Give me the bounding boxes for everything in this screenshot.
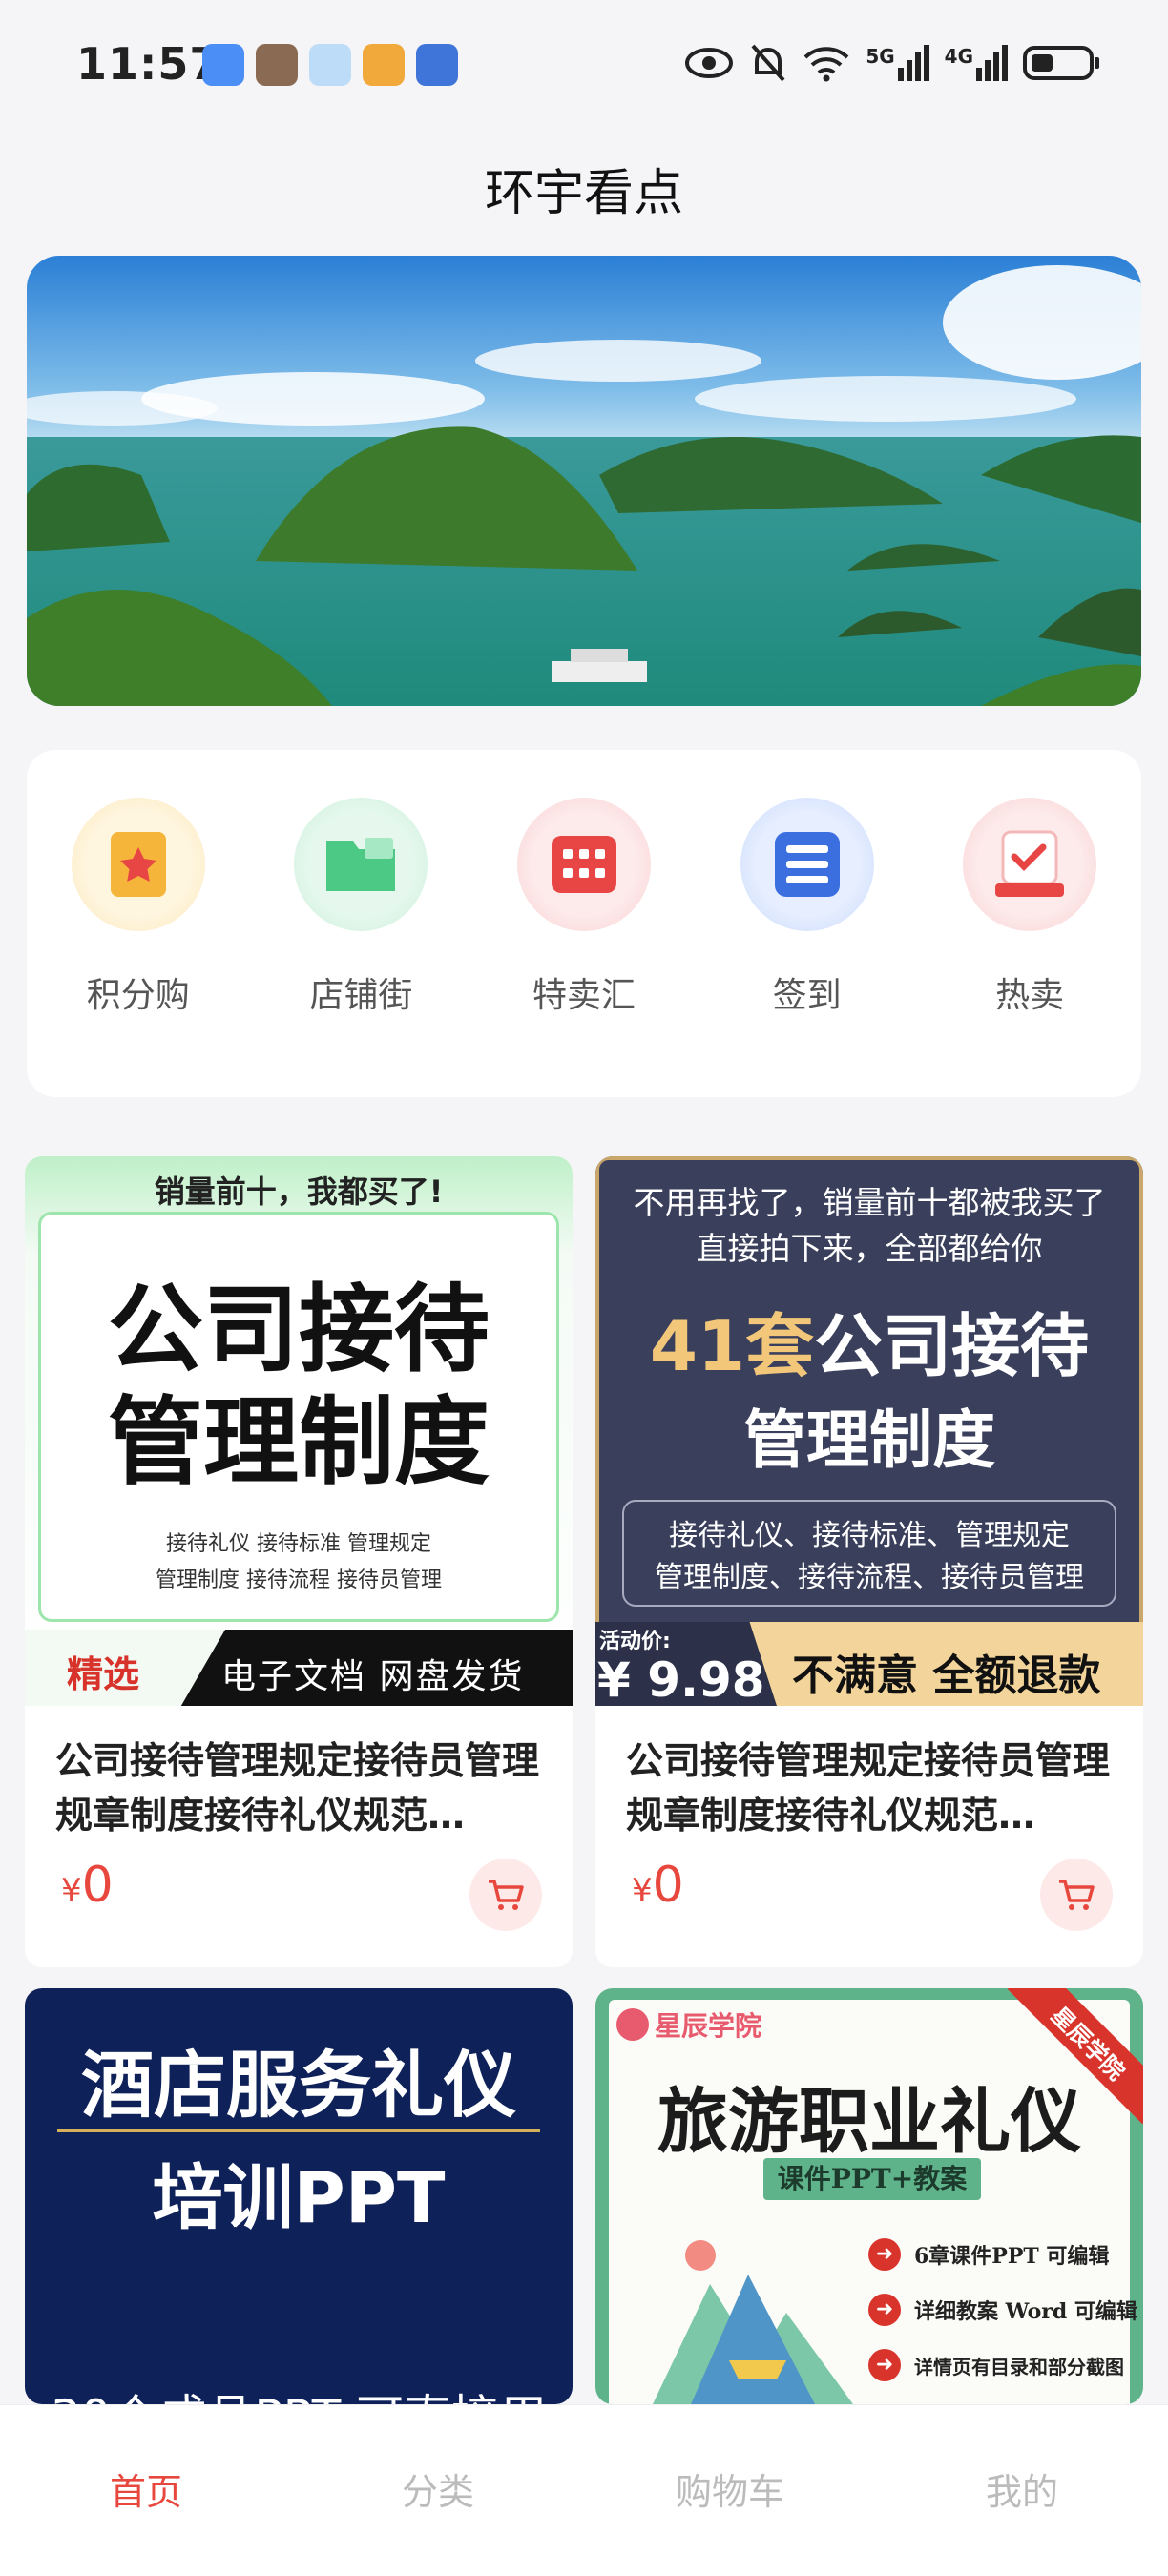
product-image: 不用再找了，销量前十都被我买了 直接拍下来，全部都给你 41套公司接待 管理制度… — [595, 1156, 1143, 1706]
product-card[interactable]: 酒店服务礼仪 培训PPT 30个成品PPT 可直接用 — [25, 1988, 573, 2404]
poster-top-text: 不用再找了，销量前十都被我买了 — [633, 1184, 1106, 1221]
eye-icon — [685, 48, 734, 78]
quick-menu-label: 特卖汇 — [532, 976, 636, 1015]
poster-top-text: 销量前十，我都买了! — [154, 1174, 444, 1210]
product-price: ¥0 — [61, 1857, 114, 1914]
poster-illustration — [653, 2240, 853, 2404]
hot-sale-icon — [963, 798, 1097, 931]
price-value: 0 — [81, 1857, 114, 1914]
poster-activity-label: 活动价: — [599, 1630, 671, 1653]
poster-tag: 课件PPT+教案 — [763, 2158, 981, 2200]
flower-logo-icon — [616, 2008, 649, 2041]
flash-sale-icon — [516, 798, 651, 931]
poster-sub-text: 接待礼仪 接待标准 管理规定 — [166, 1532, 431, 1556]
add-to-cart-button[interactable] — [1040, 1859, 1113, 1931]
bottom-tab-bar: 首页 分类 购物车 我的 — [0, 2404, 1168, 2576]
battery-icon — [1023, 46, 1099, 80]
product-footer: ¥0 — [25, 1845, 573, 1937]
poster-bullet: ➜ 6章课件PPT 可编辑 — [868, 2238, 1109, 2271]
poster-bullet-text: 详情页有目录和部分截图 — [914, 2355, 1124, 2379]
product-card[interactable]: 不用再找了，销量前十都被我买了 直接拍下来，全部都给你 41套公司接待 管理制度… — [595, 1156, 1143, 1967]
avatar-app-icon — [256, 44, 298, 86]
poster-bottom-text: 30个成品PPT 可直接用 — [25, 2379, 573, 2404]
poster-main-line: 公司接待 — [814, 1306, 1090, 1386]
product-image: 星辰学院 星辰学院 旅游职业礼仪 课件PPT+教案 ➜ 6章课件PPT 可编辑 … — [595, 1988, 1143, 2404]
quick-menu-store-street[interactable]: 店铺街 — [250, 750, 473, 1097]
product-card[interactable]: 星辰学院 星辰学院 旅游职业礼仪 课件PPT+教案 ➜ 6章课件PPT 可编辑 … — [595, 1988, 1143, 2404]
poster-main-text: 酒店服务礼仪 — [81, 2043, 516, 2128]
poster-sub-text: 管理制度 接待流程 接待员管理 — [156, 1568, 442, 1592]
add-to-cart-button[interactable] — [469, 1859, 542, 1931]
product-price: ¥0 — [632, 1857, 684, 1914]
price-currency: ¥ — [61, 1872, 82, 1910]
notification-icons — [202, 44, 458, 86]
tab-category[interactable]: 分类 — [292, 2405, 584, 2576]
product-image: 销量前十，我都买了! 公司接待 管理制度 接待礼仪 接待标准 管理规定 管理制度… — [25, 1156, 573, 1706]
page-title: 环宇看点 — [484, 165, 683, 222]
product-title[interactable]: 公司接待管理规定接待员管理规章制度接待礼仪规范… — [25, 1706, 573, 1845]
status-time: 11:57 — [76, 38, 221, 90]
quick-menu-label: 积分购 — [86, 976, 190, 1015]
arrow-right-icon: ➜ — [868, 2238, 901, 2271]
poster-activity-price: ¥ 9.98 — [597, 1652, 765, 1706]
price-currency: ¥ — [632, 1872, 653, 1910]
poster-bullet-text: 详细教案 Word 可编辑 — [914, 2299, 1137, 2324]
cart-icon — [1059, 1880, 1095, 1910]
quick-menu-label: 热卖 — [995, 976, 1065, 1015]
banner-landscape-image — [27, 256, 1141, 706]
poster-brand: 星辰学院 — [616, 2005, 761, 2044]
price-value: 0 — [652, 1857, 684, 1914]
contact-app-icon — [416, 44, 458, 86]
signal-5g-icon: 5G — [866, 45, 929, 81]
quick-menu-hot-sale[interactable]: 热卖 — [918, 750, 1141, 1097]
tab-cart[interactable]: 购物车 — [584, 2405, 876, 2576]
quick-menu-label: 签到 — [772, 976, 842, 1015]
product-footer: ¥0 — [595, 1845, 1143, 1937]
net-label-5g: 5G — [866, 45, 895, 68]
status-bar: 11:57 5G 4G — [0, 0, 1168, 134]
poster-bullet: ➜ 详细教案 Word 可编辑 — [868, 2294, 1137, 2326]
net-label-4g: 4G — [944, 45, 973, 68]
poster-main-text: 培训PPT — [152, 2157, 446, 2239]
product-image: 酒店服务礼仪 培训PPT 30个成品PPT 可直接用 — [25, 1988, 573, 2404]
check-in-icon — [740, 798, 874, 931]
poster-sub-text: 接待礼仪、接待标准、管理规定 — [669, 1519, 1070, 1552]
promo-banner[interactable] — [27, 256, 1141, 706]
product-card[interactable]: 销量前十，我都买了! 公司接待 管理制度 接待礼仪 接待标准 管理规定 管理制度… — [25, 1156, 573, 1967]
poster-main-text: 管理制度 — [108, 1386, 490, 1498]
poster-main-text: 管理制度 — [743, 1403, 995, 1477]
poster-count: 41套 — [649, 1306, 815, 1386]
poster-sub-text: 管理制度、接待流程、接待员管理 — [655, 1561, 1084, 1594]
points-shop-icon — [71, 798, 205, 931]
wifi-icon — [803, 47, 849, 82]
bot-app-icon — [309, 44, 351, 86]
poster-guarantee-text: 不满意 全额退款 — [792, 1652, 1101, 1700]
product-title[interactable]: 公司接待管理规定接待员管理规章制度接待礼仪规范… — [595, 1706, 1143, 1845]
poster-main-text: 41套公司接待 — [595, 1290, 1143, 1390]
poster-bullet-text: 6章课件PPT 可编辑 — [914, 2244, 1110, 2269]
quick-menu-flash-sale[interactable]: 特卖汇 — [472, 750, 696, 1097]
system-icons: 5G 4G — [684, 42, 1101, 84]
poster-bullet: ➜ 详情页有目录和部分截图 — [868, 2349, 1124, 2381]
poster-brand-text: 星辰学院 — [655, 2010, 762, 2042]
poster-badge-text: 精选 — [67, 1653, 140, 1695]
quick-menu-points-shop[interactable]: 积分购 — [27, 750, 250, 1097]
arrow-right-icon: ➜ — [868, 2294, 901, 2326]
poster-top-text: 直接拍下来，全部都给你 — [696, 1230, 1043, 1267]
quick-menu-label: 店铺街 — [309, 976, 413, 1015]
tab-profile[interactable]: 我的 — [876, 2405, 1168, 2576]
quick-menu-check-in[interactable]: 签到 — [696, 750, 919, 1097]
arrow-right-icon: ➜ — [868, 2349, 901, 2381]
quick-menu: 积分购 店铺街 特卖汇 签到 热卖 — [27, 750, 1141, 1097]
message-app-icon — [202, 44, 244, 86]
poster-main-text: 旅游职业礼仪 — [657, 2081, 1081, 2163]
search-app-icon — [363, 44, 405, 86]
poster-strip-text: 电子文档 网盘发货 — [221, 1657, 525, 1696]
signal-4g-icon: 4G — [945, 45, 1008, 81]
mute-bell-icon — [751, 44, 785, 82]
tab-home[interactable]: 首页 — [0, 2405, 292, 2576]
store-street-icon — [294, 798, 428, 931]
cart-icon — [489, 1880, 524, 1910]
